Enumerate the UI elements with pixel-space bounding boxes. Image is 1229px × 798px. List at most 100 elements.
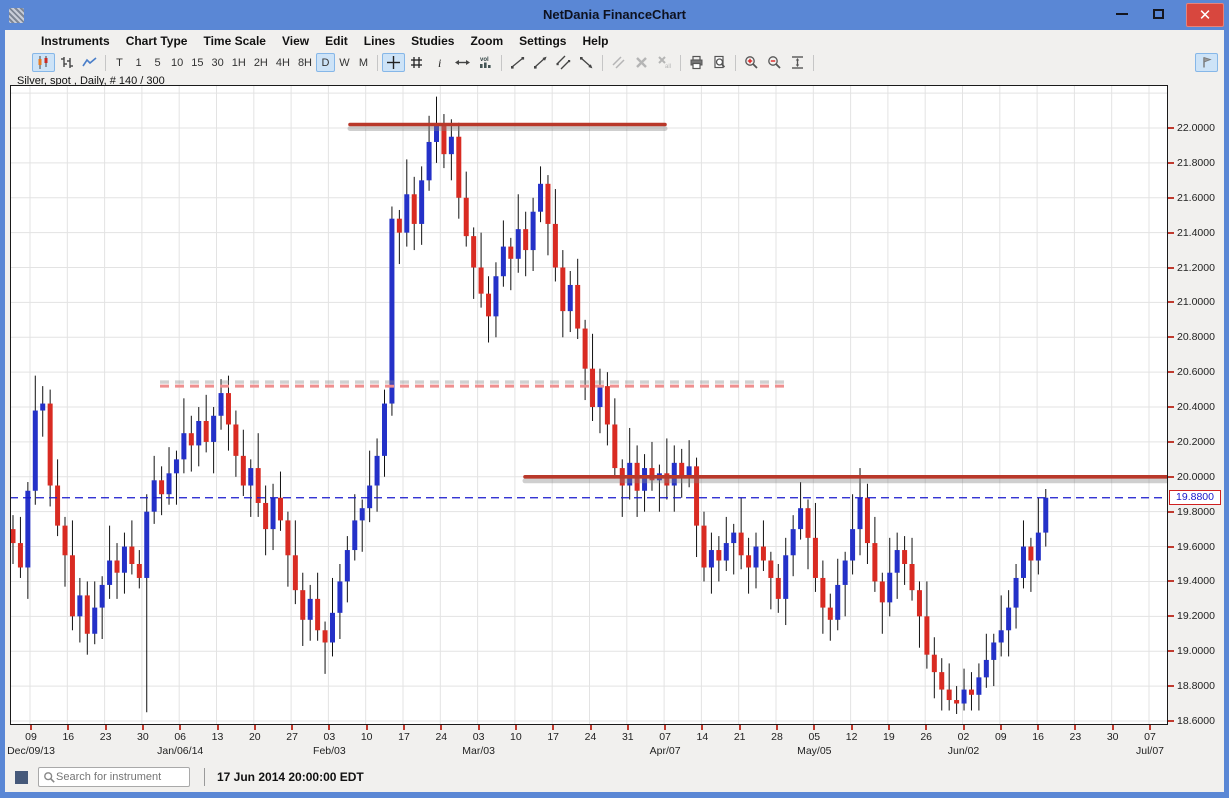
candle-down[interactable]	[300, 590, 305, 620]
candle-up[interactable]	[107, 561, 112, 585]
candle-down[interactable]	[553, 224, 558, 268]
candle-down[interactable]	[471, 236, 476, 267]
candle-up[interactable]	[144, 512, 149, 578]
menu-settings[interactable]: Settings	[511, 34, 574, 48]
candle-down[interactable]	[1028, 547, 1033, 561]
price-axis[interactable]: 22.000021.800021.600021.400021.200021.00…	[1168, 85, 1224, 725]
search-input[interactable]	[56, 771, 176, 783]
candle-down[interactable]	[880, 581, 885, 602]
timeframe-T-button[interactable]: T	[110, 53, 129, 72]
candle-up[interactable]	[449, 137, 454, 154]
candle-down[interactable]	[233, 424, 238, 455]
candle-up[interactable]	[597, 386, 602, 407]
timeframe-2H-button[interactable]: 2H	[250, 53, 272, 72]
candle-up[interactable]	[337, 581, 342, 612]
candle-down[interactable]	[872, 543, 877, 581]
fit-vertical-button[interactable]	[786, 53, 809, 72]
candle-up[interactable]	[798, 508, 803, 529]
candle-up[interactable]	[531, 212, 536, 250]
menu-studies[interactable]: Studies	[403, 34, 462, 48]
candle-down[interactable]	[939, 672, 944, 689]
candle-down[interactable]	[397, 219, 402, 233]
candle-up[interactable]	[1006, 608, 1011, 631]
menu-view[interactable]: View	[274, 34, 317, 48]
candle-down[interactable]	[323, 630, 328, 642]
candle-down[interactable]	[226, 393, 231, 424]
parallel-channel-button[interactable]	[552, 53, 575, 72]
timeframe-4H-button[interactable]: 4H	[272, 53, 294, 72]
candle-up[interactable]	[962, 690, 967, 704]
candle-down[interactable]	[820, 578, 825, 608]
dock-panel-button[interactable]	[1195, 53, 1218, 72]
candle-up[interactable]	[92, 608, 97, 634]
candle-down[interactable]	[932, 655, 937, 672]
workspace-icon[interactable]	[15, 771, 28, 784]
candle-up[interactable]	[538, 184, 543, 212]
candle-up[interactable]	[501, 247, 506, 277]
timeframe-W-button[interactable]: W	[335, 53, 354, 72]
candle-up[interactable]	[40, 404, 45, 411]
timeframe-30-button[interactable]: 30	[208, 53, 228, 72]
candle-down[interactable]	[129, 547, 134, 564]
timeframe-5-button[interactable]: 5	[148, 53, 167, 72]
candle-down[interactable]	[278, 498, 283, 521]
candle-down[interactable]	[701, 526, 706, 568]
candle-up[interactable]	[843, 561, 848, 585]
candle-down[interactable]	[806, 508, 811, 538]
candle-down[interactable]	[583, 329, 588, 369]
candle-up[interactable]	[999, 630, 1004, 642]
candle-up[interactable]	[1043, 498, 1048, 533]
candle-down[interactable]	[776, 578, 781, 599]
candle-down[interactable]	[924, 616, 929, 654]
candle-down[interactable]	[746, 555, 751, 567]
candle-up[interactable]	[1021, 547, 1026, 578]
candle-down[interactable]	[189, 433, 194, 445]
candle-up[interactable]	[991, 642, 996, 659]
candle-up[interactable]	[835, 585, 840, 620]
timeframe-D-button[interactable]: D	[316, 53, 335, 72]
candle-up[interactable]	[181, 433, 186, 459]
candle-up[interactable]	[783, 555, 788, 599]
candle-up[interactable]	[219, 393, 224, 416]
candle-down[interactable]	[969, 690, 974, 695]
candle-up[interactable]	[887, 573, 892, 603]
candle-up[interactable]	[77, 595, 82, 616]
candle-down[interactable]	[70, 555, 75, 616]
candle-down[interactable]	[456, 137, 461, 198]
candle-down[interactable]	[263, 503, 268, 529]
candle-down[interactable]	[48, 404, 53, 486]
price-chart[interactable]	[10, 85, 1168, 725]
volume-button[interactable]: vol	[474, 53, 497, 72]
candle-down[interactable]	[315, 599, 320, 630]
menu-instruments[interactable]: Instruments	[33, 34, 118, 48]
menu-edit[interactable]: Edit	[317, 34, 356, 48]
candle-down[interactable]	[464, 198, 469, 236]
candle-down[interactable]	[11, 529, 16, 543]
candle-down[interactable]	[241, 456, 246, 486]
info-button[interactable]: i	[428, 53, 451, 72]
candle-up[interactable]	[196, 421, 201, 445]
candle-up[interactable]	[427, 142, 432, 180]
candle-up[interactable]	[1014, 578, 1019, 608]
candle-up[interactable]	[419, 180, 424, 224]
timeframe-15-button[interactable]: 15	[187, 53, 207, 72]
candle-down[interactable]	[137, 564, 142, 578]
candle-down[interactable]	[590, 369, 595, 407]
candle-down[interactable]	[412, 194, 417, 224]
candle-up[interactable]	[858, 498, 863, 529]
candle-up[interactable]	[211, 416, 216, 442]
candle-down[interactable]	[865, 498, 870, 543]
candle-down[interactable]	[285, 520, 290, 555]
candle-down[interactable]	[293, 555, 298, 590]
maximize-button[interactable]	[1143, 0, 1173, 28]
candle-down[interactable]	[115, 561, 120, 573]
menu-chart-type[interactable]: Chart Type	[118, 34, 196, 48]
candle-down[interactable]	[605, 386, 610, 424]
menu-zoom[interactable]: Zoom	[462, 34, 511, 48]
candle-up[interactable]	[389, 219, 394, 404]
candle-up[interactable]	[248, 468, 253, 485]
candle-up[interactable]	[709, 550, 714, 567]
zoom-in-button[interactable]	[740, 53, 763, 72]
candle-down[interactable]	[479, 268, 484, 294]
candle-down[interactable]	[739, 533, 744, 556]
